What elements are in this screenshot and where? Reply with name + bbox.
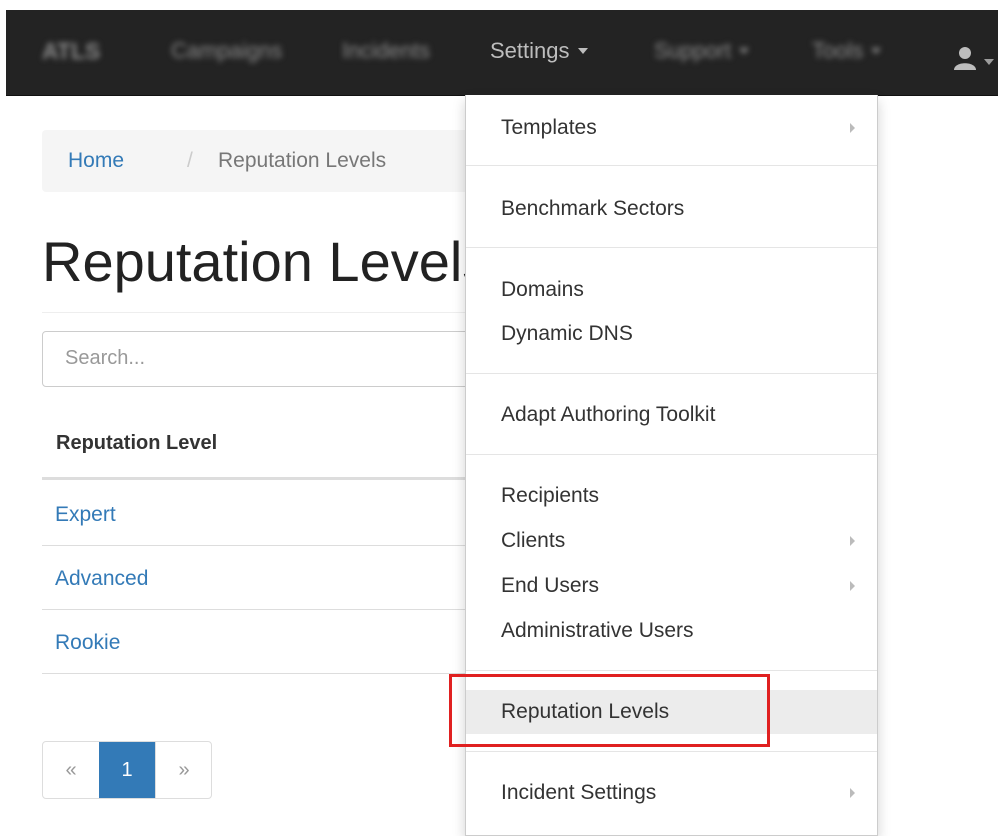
chevron-down-icon[interactable] — [984, 54, 994, 72]
menu-item-administrative-users[interactable]: Administrative Users — [466, 609, 877, 653]
table-header-divider — [42, 477, 467, 480]
nav-settings[interactable]: Settings — [490, 10, 588, 95]
menu-item-benchmark-sectors[interactable]: Benchmark Sectors — [466, 187, 877, 231]
menu-item-label: Benchmark Sectors — [501, 197, 685, 220]
menu-item-label: Domains — [501, 278, 584, 301]
pagination-page-1[interactable]: 1 — [99, 742, 155, 798]
chevron-right-icon — [850, 123, 855, 133]
nav-tools[interactable]: Tools — [812, 10, 882, 95]
menu-divider — [466, 670, 877, 671]
menu-item-incident-settings[interactable]: Incident Settings — [466, 771, 877, 815]
nav-incidents[interactable]: Incidents — [342, 10, 430, 95]
table-row: Expert — [42, 481, 467, 546]
menu-item-label: Dynamic DNS — [501, 322, 633, 345]
breadcrumb-current: Reputation Levels — [218, 149, 387, 172]
chevron-down-icon — [871, 48, 882, 55]
pagination-prev-button[interactable]: « — [43, 742, 99, 798]
menu-item-label: Adapt Authoring Toolkit — [501, 403, 716, 426]
highlight-annotation-box — [449, 674, 770, 747]
menu-item-domains[interactable]: Domains — [466, 268, 877, 312]
menu-divider — [466, 454, 877, 455]
search-box[interactable] — [42, 331, 482, 387]
chevron-right-icon — [850, 536, 855, 546]
reputation-level-link[interactable]: Rookie — [55, 631, 120, 655]
menu-item-label: Clients — [501, 529, 566, 552]
breadcrumb-separator: / — [187, 149, 193, 172]
menu-item-label: Incident Settings — [501, 781, 657, 804]
nav-campaigns[interactable]: Campaigns — [171, 10, 282, 95]
menu-item-recipients[interactable]: Recipients — [466, 474, 877, 518]
menu-item-label: End Users — [501, 574, 600, 597]
brand-logo[interactable]: ATLS — [42, 10, 100, 95]
menu-divider — [466, 751, 877, 752]
table-row: Rookie — [42, 609, 467, 674]
reputation-level-link[interactable]: Expert — [55, 503, 116, 527]
chevron-right-icon — [850, 581, 855, 591]
title-divider — [42, 312, 467, 313]
menu-item-label: Administrative Users — [501, 619, 694, 642]
top-navbar: ATLS Campaigns Incidents Settings Suppor… — [6, 10, 998, 96]
pagination-next-button[interactable]: » — [155, 742, 211, 798]
pagination: « 1 » — [42, 741, 212, 799]
menu-item-end-users[interactable]: End Users — [466, 564, 877, 608]
chevron-down-icon — [577, 48, 588, 55]
menu-item-label: Recipients — [501, 484, 600, 507]
menu-item-dynamic-dns[interactable]: Dynamic DNS — [466, 312, 877, 356]
breadcrumb: Home / Reputation Levels — [42, 130, 482, 192]
search-input[interactable] — [63, 346, 447, 371]
table-header-reputation-level: Reputation Level — [56, 432, 218, 454]
menu-item-adapt-authoring-toolkit[interactable]: Adapt Authoring Toolkit — [466, 393, 877, 437]
reputation-level-link[interactable]: Advanced — [55, 567, 148, 591]
breadcrumb-home-link[interactable]: Home — [68, 130, 124, 192]
table-row: Advanced — [42, 545, 467, 610]
menu-item-templates[interactable]: Templates — [466, 106, 877, 150]
chevron-right-icon — [850, 788, 855, 798]
user-icon[interactable] — [954, 46, 976, 70]
menu-item-clients[interactable]: Clients — [466, 519, 877, 563]
page-title: Reputation Levels — [42, 230, 491, 293]
chevron-down-icon — [739, 48, 750, 55]
menu-divider — [466, 247, 877, 248]
nav-support[interactable]: Support — [654, 10, 750, 95]
menu-divider — [466, 373, 877, 374]
menu-divider — [466, 165, 877, 166]
menu-item-label: Templates — [501, 116, 597, 139]
